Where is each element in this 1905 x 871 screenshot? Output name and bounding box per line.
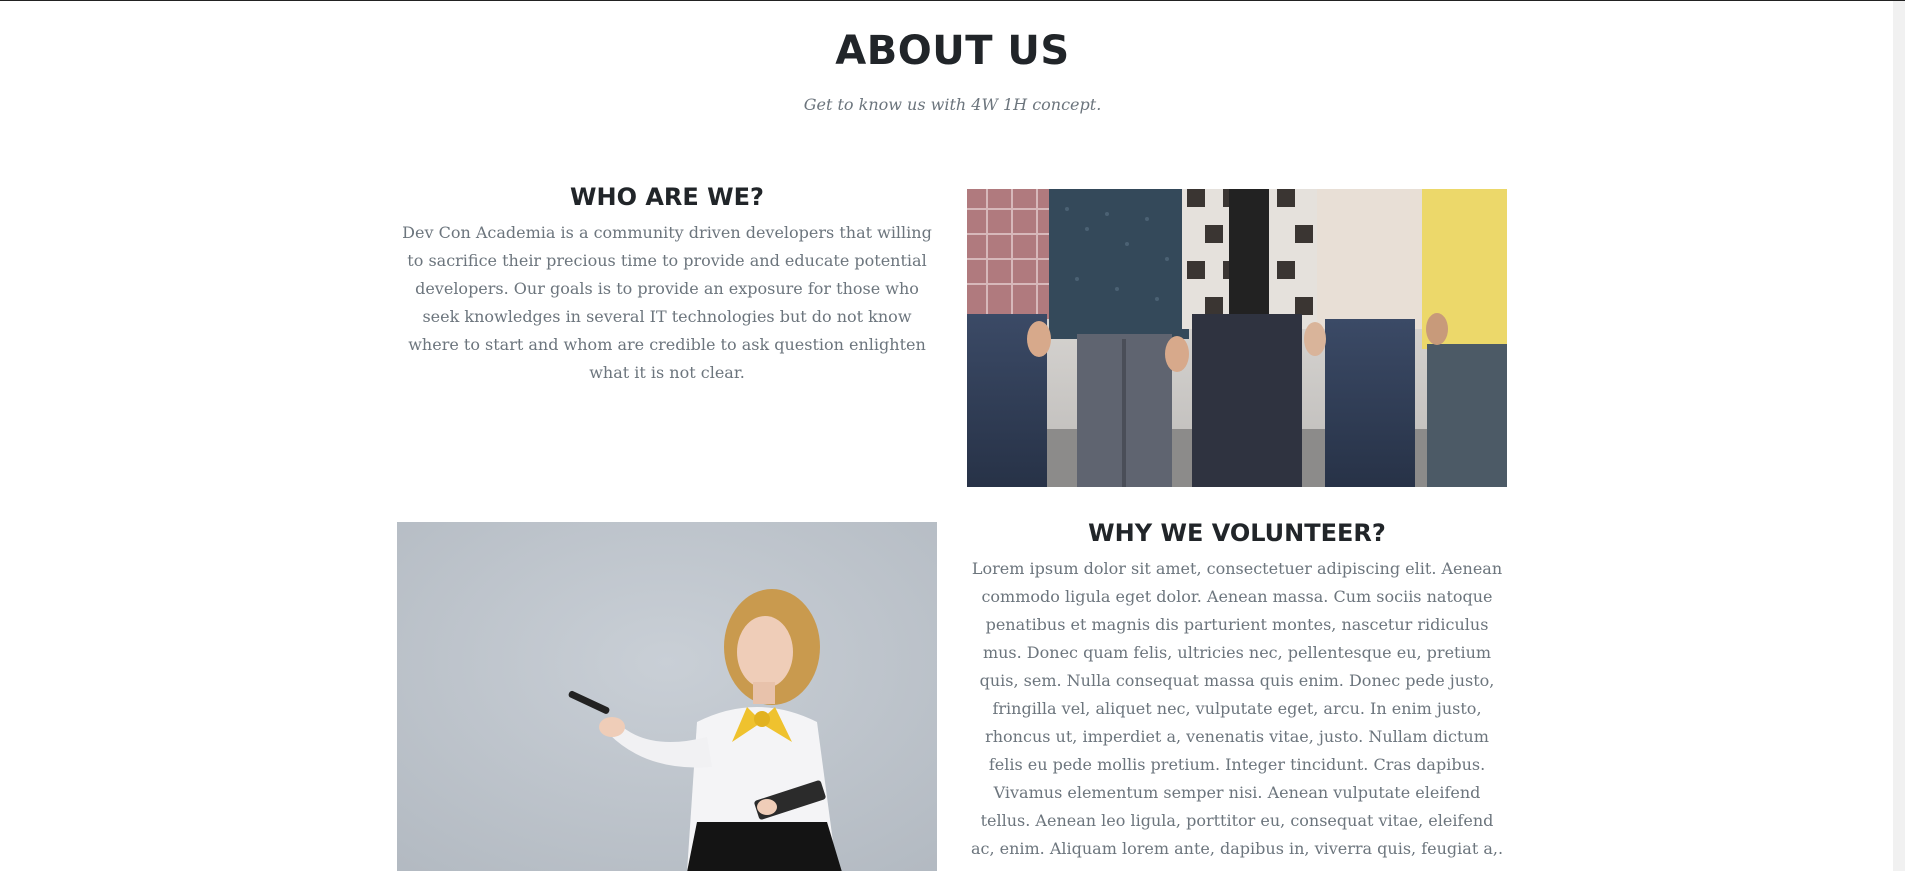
who-are-we-heading: WHO ARE WE? xyxy=(570,183,764,211)
page-scrollbar[interactable] xyxy=(1893,1,1905,871)
page-title: ABOUT US xyxy=(835,28,1070,74)
why-we-volunteer-text: Lorem ipsum dolor sit amet, consectetuer… xyxy=(970,559,1504,858)
why-we-volunteer-heading: WHY WE VOLUNTEER? xyxy=(1088,519,1386,547)
team-photo xyxy=(967,189,1507,487)
page-subtitle: Get to know us with 4W 1H concept. xyxy=(803,95,1102,114)
about-header: ABOUT US Get to know us with 4W 1H conce… xyxy=(0,25,1905,114)
who-are-we-text: Dev Con Academia is a community driven d… xyxy=(402,223,932,382)
who-are-we-block: WHO ARE WE? Dev Con Academia is a commun… xyxy=(397,181,937,387)
why-we-volunteer-block: WHY WE VOLUNTEER? Lorem ipsum dolor sit … xyxy=(967,517,1507,863)
presenter-photo xyxy=(397,522,937,871)
